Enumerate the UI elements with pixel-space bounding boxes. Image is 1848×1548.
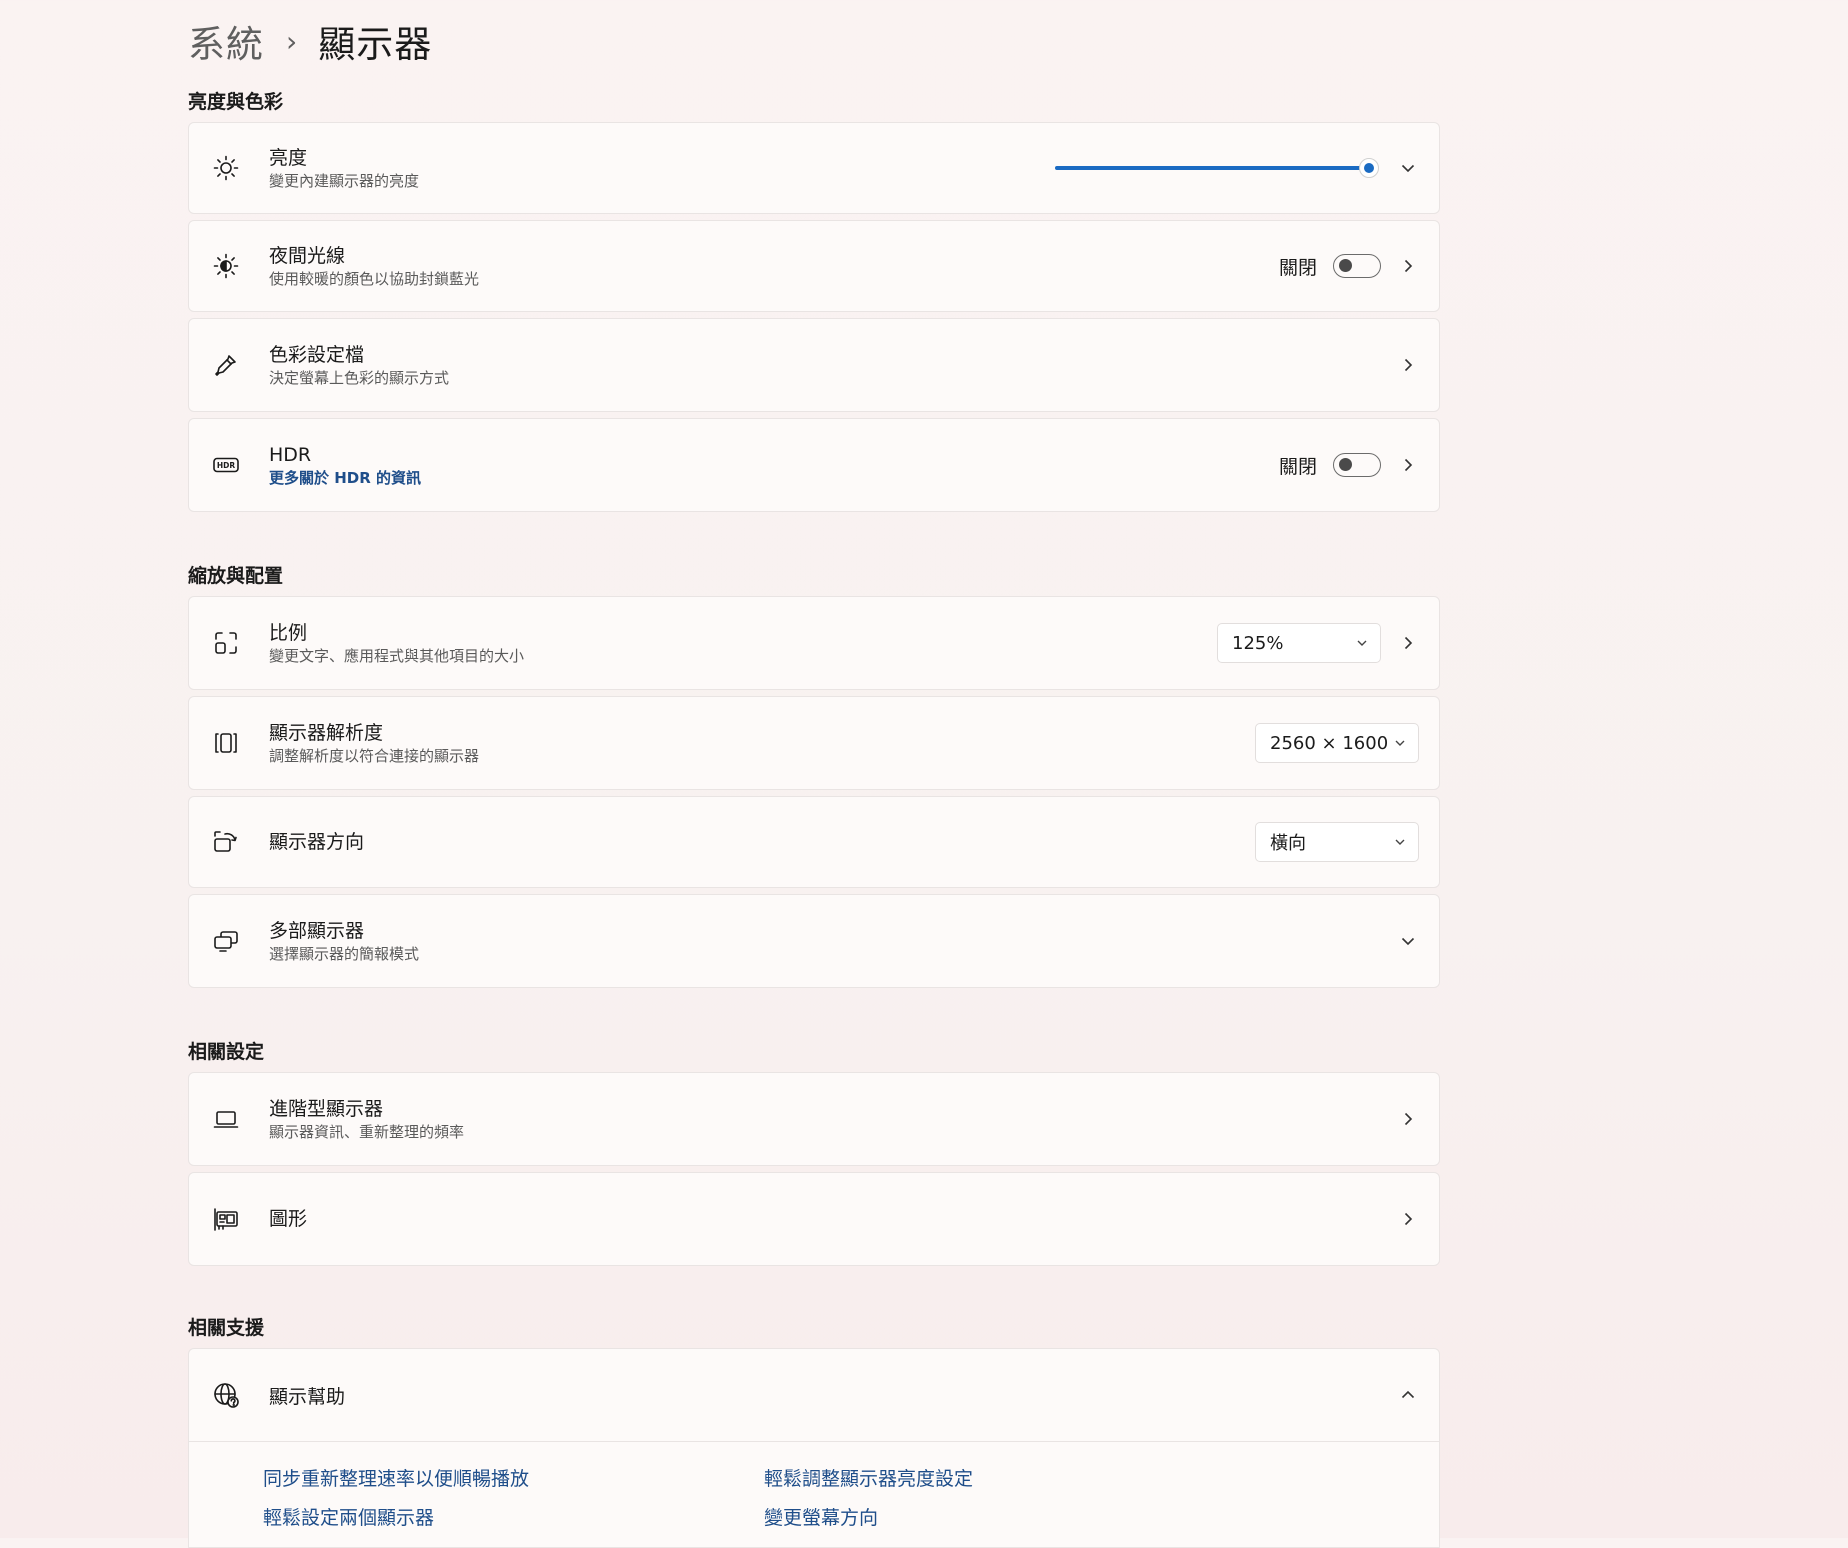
resolution-icon: [211, 728, 241, 758]
color-profile-title: 色彩設定檔: [269, 343, 365, 366]
help-link-orientation[interactable]: 變更螢幕方向: [764, 1503, 878, 1530]
hdr-state-label: 關閉: [1278, 455, 1317, 478]
chevron-right-icon[interactable]: [1397, 1208, 1419, 1230]
chevron-up-icon[interactable]: [1397, 1384, 1419, 1406]
display-help-card: 顯示幫助 同步重新整理速率以便順暢播放 輕鬆調整顯示器亮度設定 輕鬆設定兩個顯示…: [188, 1348, 1440, 1548]
resolution-card[interactable]: 顯示器解析度 調整解析度以符合連接的顯示器 2560 × 1600: [188, 696, 1440, 790]
orientation-card[interactable]: 顯示器方向 橫向: [188, 796, 1440, 888]
scale-subtitle: 變更文字、應用程式與其他項目的大小: [269, 646, 525, 665]
night-light-card[interactable]: 夜間光線 使用較暖的顏色以協助封鎖藍光 關閉: [188, 220, 1440, 312]
brightness-slider[interactable]: [1055, 156, 1381, 180]
orientation-dropdown[interactable]: 橫向: [1255, 822, 1419, 862]
advanced-display-subtitle: 顯示器資訊、重新整理的頻率: [269, 1122, 465, 1141]
page-title: 顯示器: [318, 23, 433, 66]
hdr-toggle[interactable]: [1333, 453, 1381, 477]
orientation-title: 顯示器方向: [269, 831, 365, 853]
eyedropper-icon: [211, 350, 241, 380]
breadcrumb-system[interactable]: 系統: [188, 14, 264, 68]
svg-text:HDR: HDR: [217, 461, 236, 470]
help-link-brightness[interactable]: 輕鬆調整顯示器亮度設定: [764, 1464, 973, 1491]
orientation-dropdown-value: 橫向: [1270, 833, 1306, 854]
breadcrumb: 系統 › 顯示器: [188, 0, 1440, 82]
toggle-knob: [1339, 259, 1352, 272]
color-profile-subtitle: 決定螢幕上色彩的顯示方式: [269, 368, 450, 387]
multiple-displays-icon: [211, 926, 241, 956]
night-light-toggle[interactable]: [1333, 254, 1381, 278]
display-help-header[interactable]: 顯示幫助: [189, 1349, 1439, 1442]
toggle-knob: [1339, 458, 1352, 471]
night-light-subtitle: 使用較暖的顏色以協助封鎖藍光: [269, 269, 480, 288]
scale-dropdown-value: 125%: [1232, 632, 1284, 654]
brightness-title: 亮度: [269, 146, 308, 169]
brightness-slider-thumb[interactable]: [1359, 158, 1379, 178]
help-link-refresh-rate[interactable]: 同步重新整理速率以便順暢播放: [263, 1464, 529, 1491]
brightness-card[interactable]: 亮度 變更內建顯示器的亮度: [188, 122, 1440, 214]
night-light-state-label: 關閉: [1278, 256, 1317, 279]
section-title-scale-layout: 縮放與配置: [188, 565, 284, 587]
scale-card[interactable]: 比例 變更文字、應用程式與其他項目的大小 125%: [188, 596, 1440, 690]
resolution-dropdown[interactable]: 2560 × 1600: [1255, 723, 1419, 763]
chevron-right-icon[interactable]: [1397, 632, 1419, 654]
night-light-title: 夜間光線: [269, 244, 346, 267]
multiple-displays-title: 多部顯示器: [269, 919, 365, 942]
chevron-down-icon: [1394, 737, 1406, 749]
night-light-icon: [211, 251, 241, 281]
display-settings-page: 系統 › 顯示器 亮度與色彩 亮度 變更內建顯示器的亮度 夜間光線 使用較暖的顏…: [188, 0, 1440, 1548]
hdr-title: HDR: [269, 443, 312, 466]
chevron-down-icon: [1394, 836, 1406, 848]
resolution-title: 顯示器解析度: [269, 721, 384, 744]
brightness-icon: [211, 153, 241, 183]
scale-icon: [211, 628, 241, 658]
chevron-down-icon[interactable]: [1397, 930, 1419, 952]
display-help-links: 同步重新整理速率以便順暢播放 輕鬆調整顯示器亮度設定 輕鬆設定兩個顯示器 變更螢…: [189, 1442, 1439, 1547]
chevron-right-icon[interactable]: [1397, 454, 1419, 476]
section-title-related-settings: 相關設定: [188, 1041, 265, 1063]
breadcrumb-separator: ›: [286, 24, 299, 58]
resolution-subtitle: 調整解析度以符合連接的顯示器: [269, 746, 480, 765]
chevron-right-icon[interactable]: [1397, 1108, 1419, 1130]
section-title-related-support: 相關支援: [188, 1317, 265, 1339]
resolution-dropdown-value: 2560 × 1600: [1270, 732, 1389, 754]
display-help-title: 顯示幫助: [269, 1385, 346, 1408]
chevron-down-icon[interactable]: [1397, 157, 1419, 179]
advanced-display-card[interactable]: 進階型顯示器 顯示器資訊、重新整理的頻率: [188, 1072, 1440, 1166]
help-link-two-monitors[interactable]: 輕鬆設定兩個顯示器: [263, 1503, 434, 1530]
advanced-display-title: 進階型顯示器: [269, 1097, 384, 1120]
multiple-displays-subtitle: 選擇顯示器的簡報模式: [269, 944, 420, 963]
chevron-right-icon[interactable]: [1397, 354, 1419, 376]
laptop-icon: [211, 1104, 241, 1134]
graphics-card-icon: [211, 1204, 241, 1234]
graphics-card[interactable]: 圖形: [188, 1172, 1440, 1266]
section-title-brightness-color: 亮度與色彩: [188, 91, 284, 113]
brightness-slider-track: [1055, 166, 1369, 170]
color-profile-card[interactable]: 色彩設定檔 決定螢幕上色彩的顯示方式: [188, 318, 1440, 412]
hdr-info-link[interactable]: 更多關於 HDR 的資訊: [269, 468, 1279, 488]
globe-help-icon: [211, 1380, 241, 1410]
multiple-displays-card[interactable]: 多部顯示器 選擇顯示器的簡報模式: [188, 894, 1440, 988]
chevron-right-icon[interactable]: [1397, 255, 1419, 277]
hdr-card[interactable]: HDR HDR 更多關於 HDR 的資訊 關閉: [188, 418, 1440, 512]
chevron-down-icon: [1356, 637, 1368, 649]
scale-dropdown[interactable]: 125%: [1217, 623, 1381, 663]
brightness-subtitle: 變更內建顯示器的亮度: [269, 171, 420, 190]
graphics-title: 圖形: [269, 1208, 308, 1230]
hdr-icon: HDR: [211, 450, 241, 480]
scale-title: 比例: [269, 621, 308, 644]
orientation-icon: [211, 827, 241, 857]
